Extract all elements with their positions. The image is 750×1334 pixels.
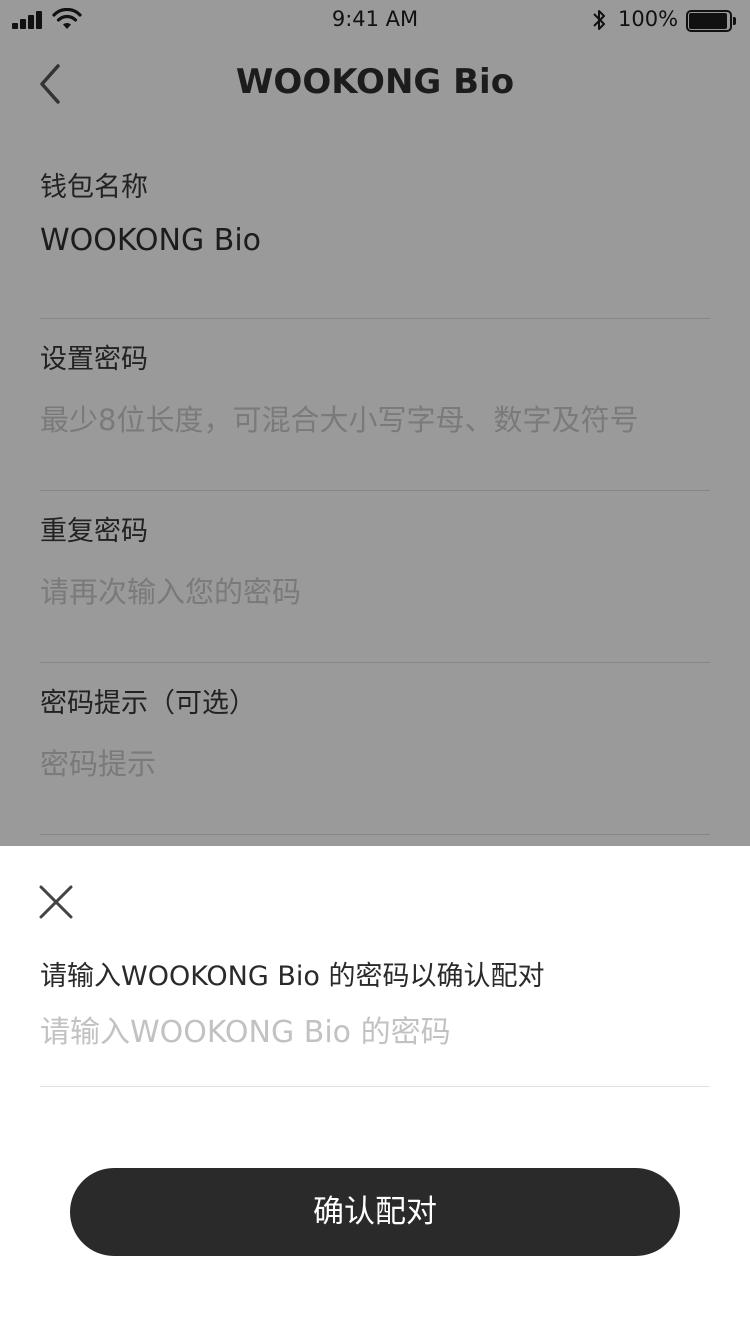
password-hint-input[interactable]: 密码提示 — [40, 741, 710, 783]
status-bar: 9:41 AM 100% — [0, 0, 750, 40]
battery-icon — [686, 10, 736, 32]
password-hint-label: 密码提示（可选） — [40, 688, 256, 719]
password-confirm-sheet: 请输入WOOKONG Bio 的密码以确认配对 确认配对 — [0, 846, 750, 1334]
close-icon[interactable] — [38, 884, 74, 920]
set-password-row: 设置密码 最少8位长度，可混合大小写字母、数字及符号 — [40, 319, 710, 491]
device-password-input[interactable] — [40, 1012, 710, 1052]
wallet-name-value: WOOKONG Bio — [40, 223, 262, 258]
page-title: WOOKONG Bio — [235, 62, 515, 102]
wallet-name-label: 钱包名称 — [40, 172, 148, 203]
wallet-name-row: 钱包名称 WOOKONG Bio — [40, 147, 710, 319]
set-password-label: 设置密码 — [40, 344, 148, 375]
battery-percent: 100% — [618, 7, 679, 31]
repeat-password-input[interactable]: 请再次输入您的密码 — [40, 569, 710, 611]
set-password-input[interactable]: 最少8位长度，可混合大小写字母、数字及符号 — [40, 397, 710, 439]
repeat-password-row: 重复密码 请再次输入您的密码 — [40, 491, 710, 663]
sheet-prompt: 请输入WOOKONG Bio 的密码以确认配对 — [40, 961, 545, 992]
nav-bar: WOOKONG Bio — [0, 40, 750, 128]
confirm-pairing-button[interactable]: 确认配对 — [70, 1168, 680, 1256]
bluetooth-icon — [593, 10, 605, 30]
repeat-password-label: 重复密码 — [40, 516, 148, 547]
input-divider — [40, 1086, 710, 1087]
password-hint-row: 密码提示（可选） 密码提示 — [40, 663, 710, 835]
